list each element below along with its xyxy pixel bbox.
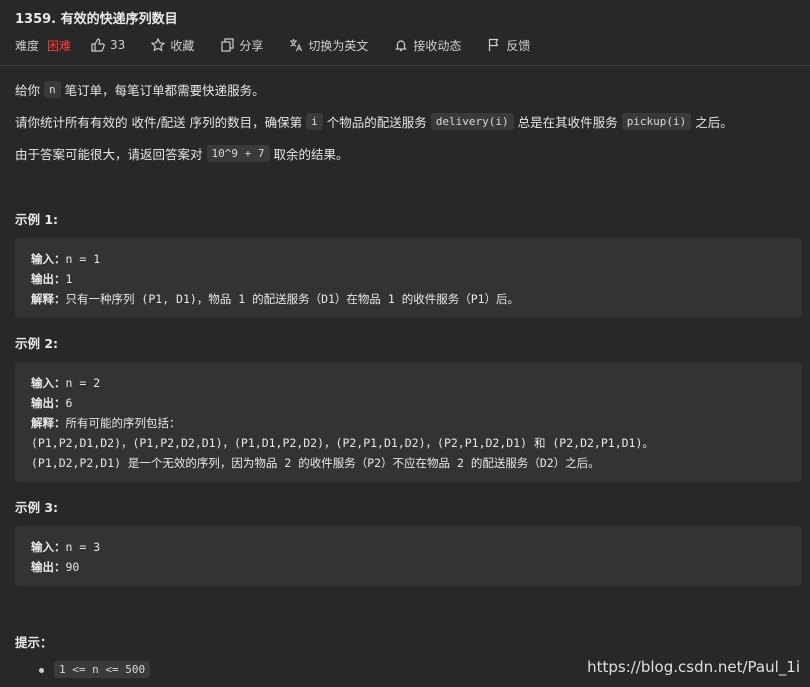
description-paragraph-3: 由于答案可能很大，请返回答案对 10^9 + 7 取余的结果。 — [15, 144, 349, 163]
desc-text: 请你统计所有有效的 收件/配送 序列的数目，确保第 — [15, 115, 303, 130]
hint-item: 1 <= n <= 500 — [50, 661, 154, 678]
output-label: 输出： — [31, 560, 66, 574]
example-input-line: 输入：n = 1 — [31, 249, 786, 269]
hints-heading: 提示： — [15, 635, 53, 650]
problem-title: 1359. 有效的快递序列数目 — [15, 12, 178, 27]
example-1-heading: 示例 1: — [15, 212, 59, 227]
example-2-heading: 示例 2: — [15, 336, 59, 351]
inline-code: 1 <= n <= 500 — [54, 661, 151, 678]
output-value: 90 — [65, 560, 80, 574]
example-extra-line: (P1,D2,P2,D1) 是一个无效的序列，因为物品 2 的收件服务（P2）不… — [31, 456, 600, 470]
problem-meta-bar: 难度 困难 33 收藏 分享 切换为英文 接收动态 反馈 — [15, 36, 556, 54]
desc-text: 取余的结果。 — [273, 147, 349, 162]
explain-label: 解释： — [31, 292, 66, 306]
example-output-line: 输出：1 — [31, 269, 786, 289]
star-icon — [151, 38, 166, 52]
explain-value: 所有可能的序列包括： — [65, 416, 181, 430]
output-label: 输出： — [31, 396, 66, 410]
example-2-block: 输入：n = 2 输出：6 解释：所有可能的序列包括： (P1,P2,D1,D2… — [15, 362, 802, 482]
desc-text: 个物品的配送服务 — [326, 115, 427, 130]
inline-code: pickup(i) — [621, 113, 692, 130]
share-button[interactable]: 分享 — [220, 37, 263, 54]
thumbs-up-icon — [91, 38, 105, 52]
desc-text: 由于答案可能很大，请返回答案对 — [15, 147, 203, 162]
inline-code: delivery(i) — [430, 113, 514, 130]
desc-text: 笔订单，每笔订单都需要快递服务。 — [64, 83, 265, 98]
example-3-block: 输入：n = 3 输出：90 — [15, 526, 802, 586]
share-icon — [221, 38, 234, 52]
description-paragraph-1: 给你 n 笔订单，每笔订单都需要快递服务。 — [15, 80, 265, 99]
description-paragraph-2: 请你统计所有有效的 收件/配送 序列的数目，确保第 i 个物品的配送服务 del… — [15, 112, 733, 131]
difficulty-label: 难度 — [15, 38, 40, 53]
explain-label: 解释： — [31, 416, 66, 430]
input-label: 输入： — [31, 376, 66, 390]
input-label: 输入： — [31, 540, 66, 554]
switch-language-button[interactable]: 切换为英文 — [289, 37, 368, 54]
favorite-label: 收藏 — [170, 38, 195, 53]
inline-code: n — [44, 81, 61, 98]
example-input-line: 输入：n = 2 — [31, 373, 786, 393]
desc-text: 之后。 — [695, 115, 733, 130]
desc-text: 给你 — [15, 83, 41, 98]
output-label: 输出： — [31, 272, 66, 286]
feedback-label: 反馈 — [506, 38, 531, 53]
input-value: n = 2 — [65, 376, 101, 390]
output-value: 1 — [65, 272, 73, 286]
translate-icon — [290, 39, 303, 52]
example-explain-line: 解释：只有一种序列 (P1, D1)，物品 1 的配送服务（D1）在物品 1 的… — [31, 289, 786, 309]
favorite-button[interactable]: 收藏 — [151, 37, 194, 54]
watermark: https://blog.csdn.net/Paul_1i — [587, 658, 800, 676]
output-value: 6 — [65, 396, 73, 410]
desc-text: 总是在其收件服务 — [517, 115, 618, 130]
example-extra-line: (P1,P2,D1,D2)，(P1,P2,D2,D1)，(P1,D1,P2,D2… — [31, 436, 654, 450]
example-3-heading: 示例 3: — [15, 500, 59, 515]
feedback-button[interactable]: 反馈 — [487, 37, 530, 54]
explain-value: 只有一种序列 (P1, D1)，物品 1 的配送服务（D1）在物品 1 的收件服… — [65, 292, 520, 306]
input-value: n = 3 — [65, 540, 101, 554]
example-output-line: 输出：6 — [31, 393, 786, 413]
example-1-block: 输入：n = 1 输出：1 解释：只有一种序列 (P1, D1)，物品 1 的配… — [15, 238, 802, 318]
example-explain-line: 解释：所有可能的序列包括： — [31, 413, 786, 433]
divider — [0, 65, 810, 66]
like-button[interactable]: 33 — [91, 38, 125, 52]
bullet — [39, 668, 44, 673]
like-count: 33 — [110, 38, 126, 52]
example-output-line: 输出：90 — [31, 557, 786, 577]
share-label: 分享 — [239, 38, 264, 53]
input-value: n = 1 — [65, 252, 101, 266]
bell-icon — [395, 40, 408, 52]
inline-code: i — [306, 113, 323, 130]
subscribe-button[interactable]: 接收动态 — [394, 37, 461, 54]
flag-icon — [489, 38, 499, 51]
difficulty-value: 困难 — [47, 38, 72, 53]
input-label: 输入： — [31, 252, 66, 266]
inline-code: 10^9 + 7 — [206, 145, 270, 162]
switch-language-label: 切换为英文 — [308, 38, 369, 53]
example-input-line: 输入：n = 3 — [31, 537, 786, 557]
subscribe-label: 接收动态 — [413, 38, 462, 53]
